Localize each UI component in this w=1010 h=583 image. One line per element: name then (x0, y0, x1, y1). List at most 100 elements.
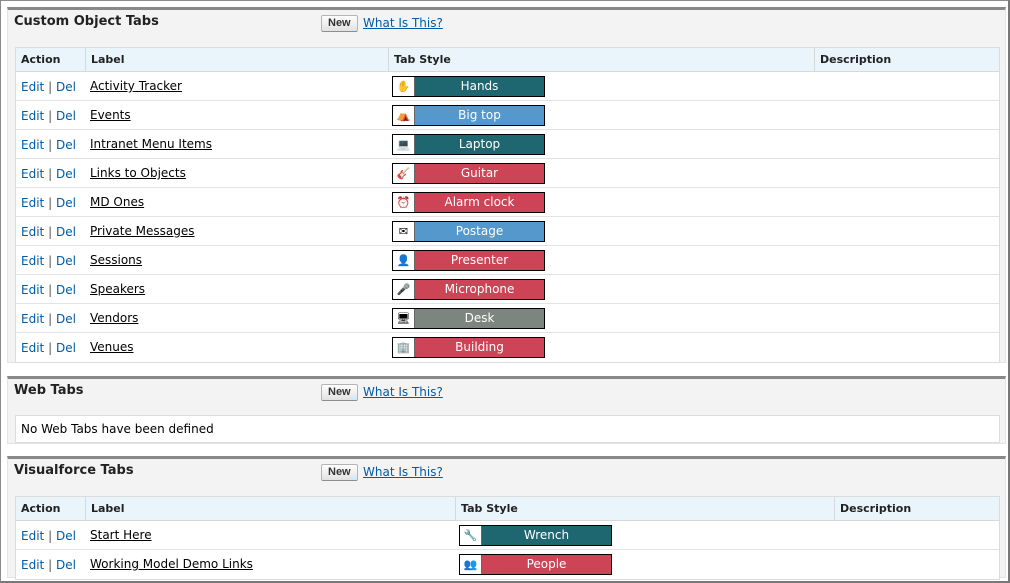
edit-link[interactable]: Edit (21, 312, 44, 326)
new-custom-object-tab-button[interactable]: New (321, 15, 358, 32)
del-link[interactable]: Del (56, 283, 76, 297)
tab-style-swatch: 🏢 Building (392, 337, 545, 358)
tab-label-link[interactable]: Private Messages (90, 224, 195, 238)
tab-style-name: Building (415, 338, 544, 357)
visualforce-tabs-table: Action Label Tab Style Description Edit … (15, 496, 1000, 580)
section-header: Web Tabs New What Is This? (8, 379, 1005, 409)
what-is-this-link[interactable]: What Is This? (363, 385, 443, 399)
big-top-icon: ⛺ (393, 106, 415, 125)
action-separator: | (48, 109, 53, 123)
table-row: Edit | Del Intranet Menu Items 💻 Laptop (16, 130, 999, 159)
tab-style-name: Laptop (415, 135, 544, 154)
people-icon: 👥 (460, 555, 482, 574)
row-actions: Edit | Del (21, 109, 76, 123)
del-link[interactable]: Del (56, 196, 76, 210)
column-header-tab-style: Tab Style (388, 48, 814, 71)
tab-label-link[interactable]: Speakers (90, 282, 145, 296)
tab-style-name: Desk (415, 309, 544, 328)
edit-link[interactable]: Edit (21, 109, 44, 123)
tab-label-link[interactable]: Intranet Menu Items (90, 137, 212, 151)
del-link[interactable]: Del (56, 80, 76, 94)
tab-style-swatch: 🎸 Guitar (392, 163, 545, 184)
table-row: Edit | Del Start Here 🔧 Wrench (16, 521, 999, 550)
del-link[interactable]: Del (56, 341, 76, 355)
edit-link[interactable]: Edit (21, 529, 44, 543)
tab-label-link[interactable]: Events (90, 108, 131, 122)
del-link[interactable]: Del (56, 138, 76, 152)
tab-label-link[interactable]: Venues (90, 340, 134, 354)
edit-link[interactable]: Edit (21, 283, 44, 297)
presenter-icon: 👤 (393, 251, 415, 270)
action-separator: | (48, 225, 53, 239)
new-visualforce-tab-button[interactable]: New (321, 464, 358, 481)
section-title: Web Tabs (14, 383, 84, 398)
row-actions: Edit | Del (21, 225, 76, 239)
action-separator: | (48, 254, 53, 268)
tab-style-swatch: ✋ Hands (392, 76, 545, 97)
postage-icon: ✉ (393, 222, 415, 241)
table-row: Edit | Del Speakers 🎤 Microphone (16, 275, 999, 304)
del-link[interactable]: Del (56, 225, 76, 239)
row-actions: Edit | Del (21, 341, 76, 355)
tab-label-link[interactable]: MD Ones (90, 195, 144, 209)
tab-style-swatch: 🖥 Desk (392, 308, 545, 329)
table-row: Edit | Del Events ⛺ Big top (16, 101, 999, 130)
tab-label-link[interactable]: Vendors (90, 311, 138, 325)
edit-link[interactable]: Edit (21, 138, 44, 152)
tab-label-link[interactable]: Working Model Demo Links (90, 557, 253, 571)
del-link[interactable]: Del (56, 558, 76, 572)
tab-style-name: Presenter (415, 251, 544, 270)
del-link[interactable]: Del (56, 529, 76, 543)
tab-label-link[interactable]: Links to Objects (90, 166, 186, 180)
row-actions: Edit | Del (21, 283, 76, 297)
tab-style-swatch: 💻 Laptop (392, 134, 545, 155)
web-tabs-section: Web Tabs New What Is This? No Web Tabs h… (7, 376, 1006, 444)
tab-label-link[interactable]: Activity Tracker (90, 79, 182, 93)
what-is-this-link[interactable]: What Is This? (363, 465, 443, 479)
page-frame: Custom Object Tabs New What Is This? Act… (0, 0, 1010, 583)
wrench-icon: 🔧 (460, 526, 482, 545)
action-separator: | (48, 80, 53, 94)
row-actions: Edit | Del (21, 80, 76, 94)
tab-style-name: Wrench (482, 526, 611, 545)
table-row: Edit | Del Private Messages ✉ Postage (16, 217, 999, 246)
empty-message: No Web Tabs have been defined (21, 422, 214, 436)
del-link[interactable]: Del (56, 312, 76, 326)
edit-link[interactable]: Edit (21, 80, 44, 94)
edit-link[interactable]: Edit (21, 254, 44, 268)
edit-link[interactable]: Edit (21, 558, 44, 572)
del-link[interactable]: Del (56, 167, 76, 181)
tab-style-swatch: ✉ Postage (392, 221, 545, 242)
tab-style-name: Alarm clock (415, 193, 544, 212)
edit-link[interactable]: Edit (21, 225, 44, 239)
hands-icon: ✋ (393, 77, 415, 96)
tab-label-link[interactable]: Sessions (90, 253, 142, 267)
edit-link[interactable]: Edit (21, 341, 44, 355)
what-is-this-link[interactable]: What Is This? (363, 16, 443, 30)
tab-label-link[interactable]: Start Here (90, 528, 152, 542)
alarm-clock-icon: ⏰ (393, 193, 415, 212)
column-header-label: Label (85, 497, 455, 520)
tab-style-name: Big top (415, 106, 544, 125)
section-title: Custom Object Tabs (14, 14, 159, 29)
row-actions: Edit | Del (21, 167, 76, 181)
building-icon: 🏢 (393, 338, 415, 357)
new-web-tab-button[interactable]: New (321, 384, 358, 401)
action-separator: | (48, 138, 53, 152)
row-actions: Edit | Del (21, 254, 76, 268)
del-link[interactable]: Del (56, 109, 76, 123)
custom-object-tabs-table: Action Label Tab Style Description Edit … (15, 47, 1000, 363)
row-actions: Edit | Del (21, 138, 76, 152)
custom-object-tabs-rows: Edit | Del Activity Tracker ✋ Hands Edit | D… (16, 72, 999, 362)
table-row: Edit | Del Venues 🏢 Building (16, 333, 999, 362)
edit-link[interactable]: Edit (21, 167, 44, 181)
table-row: Edit | Del Vendors 🖥 Desk (16, 304, 999, 333)
tab-style-name: Postage (415, 222, 544, 241)
section-header: Custom Object Tabs New What Is This? (8, 10, 1005, 40)
del-link[interactable]: Del (56, 254, 76, 268)
edit-link[interactable]: Edit (21, 196, 44, 210)
web-tabs-table: No Web Tabs have been defined (15, 415, 1000, 443)
tab-style-swatch: ⏰ Alarm clock (392, 192, 545, 213)
section-header: Visualforce Tabs New What Is This? (8, 459, 1005, 489)
tab-style-name: People (482, 555, 611, 574)
